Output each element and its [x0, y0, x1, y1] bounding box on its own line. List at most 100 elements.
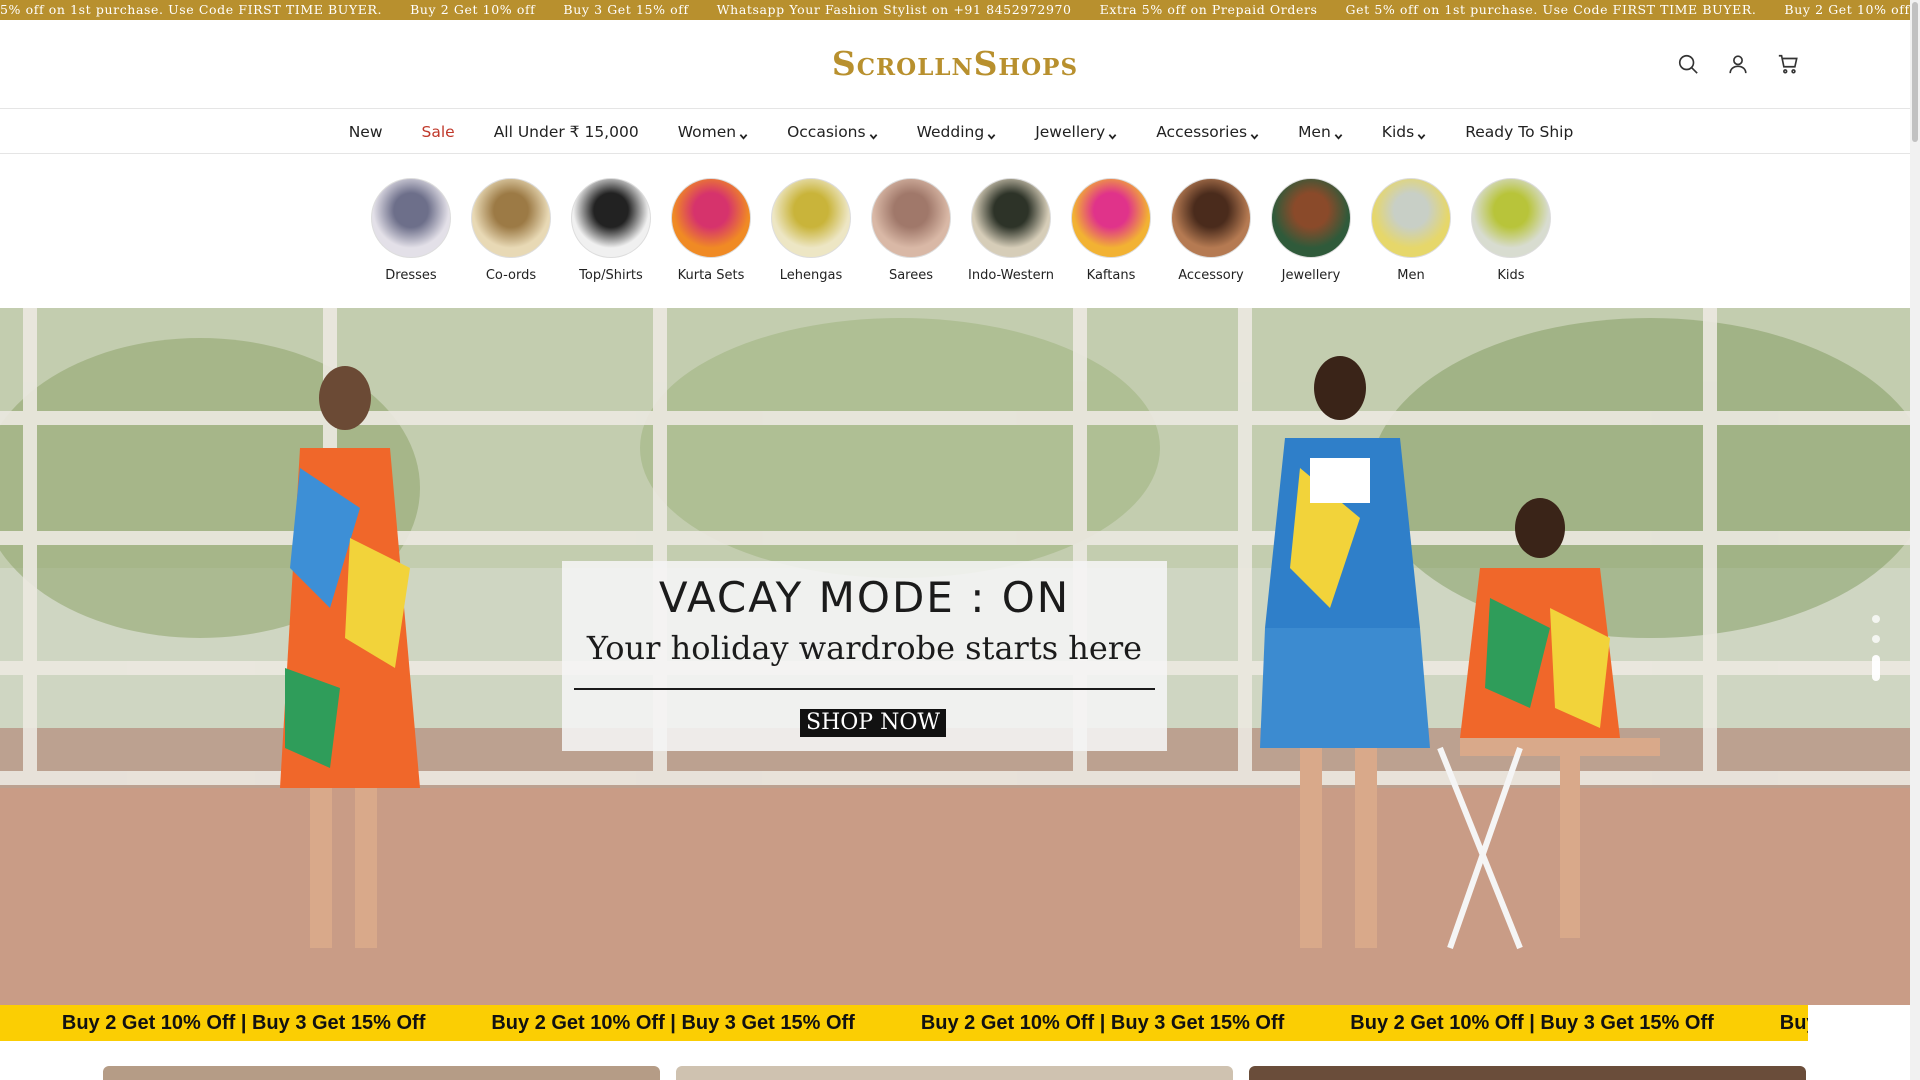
hero-subtitle: Your holiday wardrobe starts here [586, 629, 1143, 667]
nav-item-ready-to-ship[interactable]: Ready To Ship [1465, 123, 1573, 141]
nav-item-label: Kids [1381, 122, 1415, 141]
offer-marquee: Off Buy 2 Get 10% Off | Buy 3 Get 15% Off… [0, 1005, 1808, 1041]
header-icons [1676, 52, 1800, 76]
nav-item-label: Wedding [916, 122, 985, 141]
category-image[interactable] [371, 178, 451, 258]
category-image[interactable] [1271, 178, 1351, 258]
nav-item-sale[interactable]: Sale [422, 123, 455, 141]
category-label: Co-ords [485, 268, 537, 283]
chevron-down-icon [739, 127, 748, 140]
nav-item-women[interactable]: Women [678, 123, 748, 141]
offer-marquee-item: Off [0, 1012, 29, 1035]
category-image[interactable] [1071, 178, 1151, 258]
search-icon[interactable] [1676, 52, 1700, 76]
category-label: Kurta Sets [677, 268, 745, 283]
nav-item-label: New [348, 122, 383, 141]
announcement-item: Whatsapp Your Fashion Stylist on +91 845… [716, 2, 1072, 17]
nav-item-new[interactable]: New [349, 123, 383, 141]
category-item-co-ords[interactable]: Co-ords [471, 178, 551, 283]
collection-card[interactable] [1249, 1066, 1806, 1080]
collection-card[interactable] [676, 1066, 1233, 1080]
chevron-down-icon [1417, 127, 1426, 140]
carousel-dot-active[interactable] [1872, 655, 1880, 681]
carousel-dots [1872, 615, 1880, 681]
collection-cards [103, 1066, 1806, 1080]
category-label: Sarees [888, 268, 934, 283]
offer-marquee-item: Buy 2 Get 10% Off | Buy 3 Get 15% Off [1779, 1011, 1808, 1034]
hero-banner[interactable]: VACAY MODE : ON Your holiday wardrobe st… [0, 308, 1910, 1005]
category-strip: Dresses Co-ords Top/Shirts Kurta Sets Leheng… [0, 178, 1910, 283]
site-header: ScrollnShops [0, 20, 1910, 109]
nav-item-label: Occasions [787, 122, 866, 141]
announcement-track: 5% off on 1st purchase. Use Code FIRST T… [0, 0, 1910, 20]
category-image[interactable] [971, 178, 1051, 258]
category-image[interactable] [1171, 178, 1251, 258]
collection-card[interactable] [103, 1066, 660, 1080]
nav-item-men[interactable]: Men [1298, 123, 1343, 141]
chevron-down-icon [1108, 127, 1117, 140]
shop-now-button[interactable]: SHOP NOW [800, 709, 946, 737]
offer-marquee-item: Buy 2 Get 10% Off | Buy 3 Get 15% Off [61, 1011, 426, 1034]
nav-item-all-under-15-000[interactable]: All Under ₹ 15,000 [494, 123, 639, 141]
nav-item-kids[interactable]: Kids [1382, 123, 1426, 141]
category-image[interactable] [771, 178, 851, 258]
offer-marquee-item: Buy 2 Get 10% Off | Buy 3 Get 15% Off [491, 1011, 855, 1034]
category-image[interactable] [1371, 178, 1451, 258]
carousel-dot[interactable] [1872, 615, 1880, 623]
chevron-down-icon [987, 127, 996, 140]
page-scrollbar[interactable] [1910, 0, 1920, 1080]
chevron-down-icon [1334, 127, 1343, 140]
category-label: Jewellery [1281, 268, 1341, 283]
nav-item-label: Sale [421, 122, 455, 141]
announcement-item: 5% off on 1st purchase. Use Code FIRST T… [0, 2, 383, 17]
category-item-sarees[interactable]: Sarees [871, 178, 951, 283]
category-item-kids[interactable]: Kids [1471, 178, 1551, 283]
hero-overlay-box: VACAY MODE : ON Your holiday wardrobe st… [562, 561, 1167, 751]
hero-divider [574, 688, 1155, 690]
scrollbar-thumb[interactable] [1912, 2, 1918, 142]
nav-item-label: Accessories [1156, 122, 1248, 141]
chevron-down-icon [1250, 127, 1259, 140]
category-item-accessory[interactable]: Accessory [1171, 178, 1251, 283]
chevron-down-icon [869, 127, 878, 140]
nav-item-accessories[interactable]: Accessories [1156, 123, 1259, 141]
category-label: Lehengas [779, 268, 843, 283]
nav-item-label: Jewellery [1035, 122, 1106, 141]
nav-item-wedding[interactable]: Wedding [917, 123, 997, 141]
nav-item-label: Men [1298, 122, 1331, 141]
category-label: Kaftans [1086, 268, 1136, 283]
category-item-kurta-sets[interactable]: Kurta Sets [671, 178, 751, 283]
category-label: Accessory [1178, 268, 1244, 283]
carousel-dot[interactable] [1872, 635, 1880, 643]
hero-title: VACAY MODE : ON [658, 573, 1071, 622]
category-item-lehengas[interactable]: Lehengas [771, 178, 851, 283]
category-item-kaftans[interactable]: Kaftans [1071, 178, 1151, 283]
category-label: Indo-Western [968, 268, 1054, 283]
category-item-jewellery[interactable]: Jewellery [1271, 178, 1351, 283]
offer-marquee-item: Buy 2 Get 10% Off | Buy 3 Get 15% Off [920, 1011, 1285, 1034]
announcement-item: Get 5% off on 1st purchase. Use Code FIR… [1345, 2, 1757, 17]
category-item-top-shirts[interactable]: Top/Shirts [571, 178, 651, 283]
category-image[interactable] [871, 178, 951, 258]
announcement-item: Extra 5% off on Prepaid Orders [1099, 2, 1318, 17]
announcement-item: Buy 2 Get 10% off [410, 2, 536, 17]
nav-item-occasions[interactable]: Occasions [787, 123, 878, 141]
category-image[interactable] [471, 178, 551, 258]
announcement-bar: 5% off on 1st purchase. Use Code FIRST T… [0, 0, 1910, 20]
category-label: Men [1397, 268, 1425, 283]
category-item-dresses[interactable]: Dresses [371, 178, 451, 283]
category-item-men[interactable]: Men [1371, 178, 1451, 283]
category-image[interactable] [671, 178, 751, 258]
account-icon[interactable] [1726, 52, 1750, 76]
category-item-indo-western[interactable]: Indo-Western [968, 178, 1054, 283]
category-image[interactable] [1471, 178, 1551, 258]
nav-item-label: Women [677, 122, 737, 141]
nav-item-jewellery[interactable]: Jewellery [1035, 123, 1117, 141]
category-label: Kids [1497, 268, 1525, 283]
announcement-item: Buy 2 Get 10% off [1784, 2, 1910, 17]
cart-icon[interactable] [1776, 52, 1800, 76]
site-logo[interactable]: ScrollnShops [0, 44, 1910, 83]
category-image[interactable] [571, 178, 651, 258]
nav-item-label: Ready To Ship [1465, 122, 1574, 141]
category-label: Dresses [385, 268, 437, 283]
